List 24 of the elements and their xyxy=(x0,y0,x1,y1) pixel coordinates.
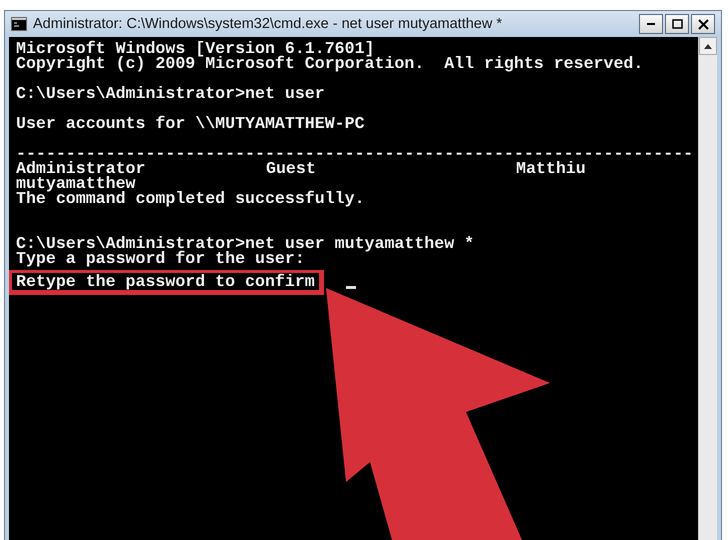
scrollbar[interactable] xyxy=(698,37,717,540)
up-arrow-icon xyxy=(704,44,712,48)
account-name: Matthiu xyxy=(516,161,586,176)
console-line: C:\Users\Administrator>net user xyxy=(16,86,325,101)
console-line: -------------------------------------------------------------------- xyxy=(16,146,694,161)
console-line: C:\Users\Administrator>net user mutyamatthew * xyxy=(16,236,474,251)
console-line: mutyamatthew xyxy=(16,176,136,191)
minimize-icon xyxy=(647,23,655,25)
window-title: Administrator: C:\Windows\system32\cmd.exe - net user mutyamatthew * xyxy=(33,16,503,32)
console-icon xyxy=(11,17,27,31)
scroll-up-button[interactable] xyxy=(699,37,717,55)
console-line: Copyright (c) 2009 Microsoft Corporation. All rights reserved. xyxy=(16,56,644,71)
account-name: Administrator xyxy=(16,161,146,176)
console-line: Type a password for the user: xyxy=(16,251,305,266)
console-line: Microsoft Windows [Version 6.1.7601] xyxy=(16,41,374,56)
console-line: Retype the password to confirm xyxy=(16,272,315,291)
close-button[interactable] xyxy=(691,14,715,34)
console-line: User accounts for \\MUTYAMATTHEW-PC xyxy=(16,116,365,131)
console-line: The command completed successfully. xyxy=(16,191,365,206)
minimize-button[interactable] xyxy=(639,14,663,34)
maximize-button[interactable] xyxy=(665,14,689,34)
account-name: Guest xyxy=(266,161,317,176)
close-icon xyxy=(698,18,708,30)
maximize-icon xyxy=(672,19,682,29)
